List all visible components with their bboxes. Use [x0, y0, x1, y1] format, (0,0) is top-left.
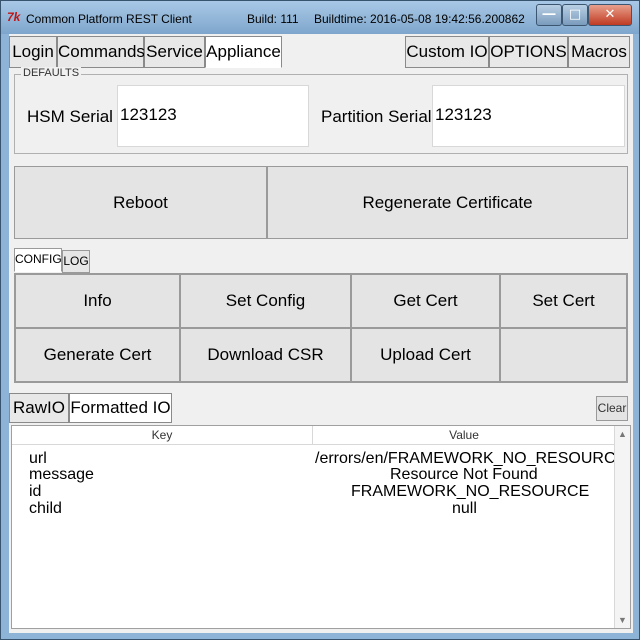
- minimize-button[interactable]: ―: [536, 4, 562, 26]
- io-tabs: RawIO Formatted IO Clear: [9, 392, 633, 424]
- client-area: Login Commands Service Appliance Custom …: [9, 34, 633, 633]
- tab-service[interactable]: Service: [144, 36, 205, 68]
- set-config-button[interactable]: Set Config: [180, 274, 351, 328]
- tab-appliance[interactable]: Appliance: [205, 36, 282, 68]
- table-row-key: message: [29, 466, 94, 483]
- download-csr-button[interactable]: Download CSR: [180, 328, 351, 382]
- table-header: Key Value: [12, 426, 615, 445]
- value-text: /errors/en/FRAMEWORK_NO_RESOURCE: [315, 450, 627, 467]
- clear-button[interactable]: Clear: [596, 396, 628, 421]
- set-cert-button[interactable]: Set Cert: [500, 274, 627, 328]
- close-button[interactable]: ✕: [588, 4, 632, 26]
- vertical-scrollbar[interactable]: ▲ ▼: [614, 426, 630, 628]
- tab-log[interactable]: LOG: [62, 250, 90, 273]
- defaults-legend: DEFAULTS: [21, 67, 82, 79]
- tab-rawio[interactable]: RawIO: [9, 393, 69, 423]
- config-button-grid: Info Set Config Get Cert Set Cert Genera…: [14, 273, 628, 383]
- tab-macros[interactable]: Macros: [568, 36, 630, 68]
- value-text: Resource Not Found: [390, 466, 538, 483]
- maximize-button[interactable]: □: [562, 4, 588, 26]
- partition-serial-input[interactable]: 123123: [432, 85, 625, 147]
- get-cert-button[interactable]: Get Cert: [351, 274, 500, 328]
- value-text: null: [452, 500, 477, 517]
- build-label: Build: 111: [247, 12, 299, 26]
- hsm-serial-input[interactable]: 123123: [117, 85, 309, 147]
- scroll-down-arrow-icon[interactable]: ▼: [615, 612, 630, 628]
- generate-cert-button[interactable]: Generate Cert: [15, 328, 180, 382]
- app-window: 7k Common Platform REST Client Build: 11…: [0, 0, 640, 640]
- tab-config[interactable]: CONFIG: [14, 248, 62, 272]
- tab-formatted-io[interactable]: Formatted IO: [69, 393, 172, 423]
- info-button[interactable]: Info: [15, 274, 180, 328]
- scroll-up-arrow-icon[interactable]: ▲: [615, 426, 630, 442]
- defaults-group: DEFAULTS HSM Serial 123123 Partition Ser…: [14, 67, 628, 154]
- window-title: Common Platform REST Client: [26, 12, 192, 26]
- value-text: FRAMEWORK_NO_RESOURCE: [351, 483, 590, 500]
- partition-serial-label: Partition Serial: [321, 107, 432, 126]
- key-column-header[interactable]: Key: [12, 426, 313, 444]
- tab-commands[interactable]: Commands: [57, 36, 145, 68]
- reboot-button[interactable]: Reboot: [14, 166, 267, 239]
- table-row-key: child: [29, 500, 62, 517]
- upload-cert-button[interactable]: Upload Cert: [351, 328, 500, 382]
- empty-grid-cell: [500, 328, 627, 382]
- tab-options[interactable]: OPTIONS: [489, 36, 568, 68]
- table-row-key: url: [29, 450, 47, 467]
- menu-tabs: Login Commands Service Appliance Custom …: [9, 34, 633, 68]
- hsm-serial-label: HSM Serial: [27, 107, 113, 126]
- regenerate-certificate-button[interactable]: Regenerate Certificate: [267, 166, 628, 239]
- value-column-header[interactable]: Value: [313, 426, 615, 444]
- tab-login[interactable]: Login: [9, 36, 57, 68]
- buildtime-label: Buildtime: 2016-05-08 19:42:56.200862: [314, 12, 525, 26]
- title-bar[interactable]: 7k Common Platform REST Client Build: 11…: [1, 1, 639, 34]
- tab-custom-io[interactable]: Custom IO: [405, 36, 489, 68]
- tk-app-icon: 7k: [7, 10, 21, 24]
- formatted-io-table[interactable]: Key Value url /errors/en/FRAMEWORK_NO_RE…: [11, 425, 631, 629]
- table-row-key: id: [29, 483, 42, 500]
